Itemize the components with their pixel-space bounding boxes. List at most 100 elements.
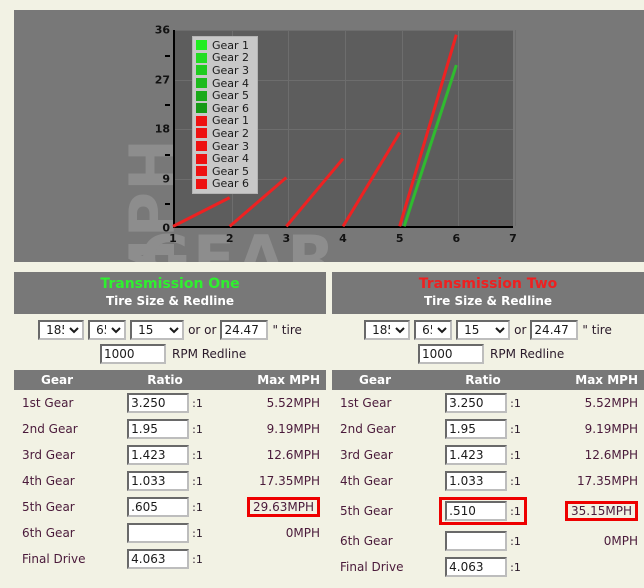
gear-ratio-input[interactable] [445, 557, 508, 578]
gear-ratio-cell: :1 [100, 546, 230, 572]
x-axis-tick-label: 2 [225, 232, 234, 245]
max-mph-cell: 29.63MPH [230, 494, 326, 520]
table-row: 6th Gear :1 0MPH [14, 520, 326, 546]
max-mph-value: 17.35MPH [259, 474, 320, 489]
tire-or-label: or or [188, 323, 217, 338]
rpm-redline-input[interactable] [418, 344, 484, 365]
gear-ratio-input[interactable] [445, 393, 508, 414]
gear-ratio-input[interactable] [445, 419, 508, 440]
gear-ratio-input[interactable] [127, 445, 190, 466]
transmission-header: Transmission One Tire Size & Redline [14, 272, 326, 315]
rpm-redline-label: RPM Redline [172, 347, 247, 362]
tire-rim-select[interactable]: 15 [130, 320, 185, 341]
transmission-header: Transmission Two Tire Size & Redline [332, 272, 644, 315]
gear-ratio-input[interactable] [127, 393, 190, 414]
max-mph-cell: 17.35MPH [548, 468, 644, 494]
gear-ratio-cell: :1 [100, 468, 230, 494]
gear-ratio-input[interactable] [127, 419, 190, 440]
max-mph-cell: 9.19MPH [230, 416, 326, 442]
ratio-suffix-label: :1 [192, 397, 203, 411]
ratio-suffix-label: :1 [510, 505, 521, 519]
rpm-redline-input[interactable] [100, 344, 166, 365]
legend-item-label: Gear 4 [212, 152, 250, 166]
gear-name-cell: 6th Gear [22, 526, 75, 541]
table-row: Final Drive:1 [332, 554, 644, 580]
tire-aspect-select[interactable]: 65 [414, 320, 453, 341]
max-mph-cell: 17.35MPH [230, 468, 326, 494]
legend-item: Gear 2 [196, 52, 249, 65]
legend-item-label: Gear 6 [212, 101, 250, 115]
tire-diameter-input[interactable] [220, 320, 269, 341]
gear-ratio-cell: :1 [100, 520, 230, 546]
x-axis-tick-label: 1 [169, 232, 177, 245]
table-row: 4th Gear :1 17.35MPH [332, 468, 644, 494]
table-row: 2nd Gear:1 9.19MPH [332, 416, 644, 442]
max-mph-cell: 12.6MPH [548, 442, 644, 468]
gear-ratio-table: GearRatioMax MPH 1st Gear:1 5.52MPH 2nd Gea… [14, 370, 326, 572]
legend-color-swatch [196, 65, 207, 76]
ratio-suffix-label: :1 [510, 449, 521, 463]
tire-aspect-select[interactable]: 65 [88, 320, 127, 341]
legend-item: Gear 1 [196, 115, 249, 128]
y-axis-tick-label: 18 [154, 122, 170, 136]
gear-ratio-input[interactable] [127, 549, 190, 570]
gear-name-cell: 4th Gear [340, 474, 393, 489]
table-row: Final Drive:1 [14, 546, 326, 572]
transmission-columns: Transmission One Tire Size & Redline 185/6… [14, 272, 644, 580]
column-header-gear: Gear [14, 370, 100, 391]
legend-color-swatch [196, 115, 207, 126]
max-mph-cell: 0MPH [548, 528, 644, 554]
y-axis-minor-tick [165, 203, 170, 206]
gear-ratio-cell: :1 [418, 494, 548, 528]
gear-ratio-input[interactable] [445, 531, 508, 552]
table-row: 6th Gear:1 0MPH [332, 528, 644, 554]
legend-item-label: Gear 3 [212, 63, 250, 77]
gear-ratio-input[interactable] [127, 523, 190, 544]
gear-name-cell: 5th Gear [22, 500, 75, 515]
column-header-ratio: Ratio [418, 370, 548, 391]
max-mph-cell [230, 546, 326, 572]
gear-ratio-cell: :1 [100, 416, 230, 442]
gear-ratio-cell: :1 [100, 494, 230, 520]
gear-ratio-input[interactable] [445, 471, 508, 492]
column-header-ratio: Ratio [100, 370, 230, 391]
gear-ratio-cell: :1 [418, 416, 548, 442]
gear-ratio-cell: :1 [418, 468, 548, 494]
gear-ratio-input[interactable] [127, 497, 190, 518]
ratio-suffix-label: :1 [510, 423, 521, 437]
gear-ratio-input[interactable] [445, 501, 508, 522]
max-mph-cell: 0MPH [230, 520, 326, 546]
gear-ratio-input[interactable] [445, 445, 508, 466]
table-row: 5th Gear :1 29.63MPH [14, 494, 326, 520]
gear-name-cell: 1st Gear [22, 396, 74, 411]
chart-legend: Gear 1 Gear 2 Gear 3 Gear 4 Gear 5 Gear 6 Gear… [192, 36, 259, 195]
legend-color-swatch [196, 153, 207, 164]
legend-color-swatch [196, 90, 207, 101]
ratio-suffix-label: :1 [510, 561, 521, 575]
legend-item: Gear 3 [196, 64, 249, 77]
gear-ratio-cell: :1 [418, 442, 548, 468]
table-row: 5th Gear:1 35.15MPH [332, 494, 644, 528]
ratio-suffix-label: :1 [192, 501, 203, 515]
chart-panel: MPH GEAR 0 9 18 27 36 1234567 Gear 1 Gear 2 Ge… [14, 10, 644, 262]
y-axis-minor-tick [165, 153, 170, 156]
gear-ratio-cell: :1 [418, 390, 548, 416]
y-axis-tick-label: 36 [154, 23, 170, 37]
tire-size-row: 185/6515or " tire [332, 314, 644, 342]
gear-ratio-input[interactable] [127, 471, 190, 492]
table-row: 3rd Gear:1 12.6MPH [14, 442, 326, 468]
gear-ratio-cell: :1 [418, 554, 548, 580]
x-axis-tick-label: 6 [452, 232, 461, 245]
transmission-subtitle: Tire Size & Redline [105, 293, 235, 308]
ratio-suffix-label: :1 [192, 527, 203, 541]
tire-diameter-input[interactable] [530, 320, 579, 341]
rpm-redline-row: RPM Redline [332, 342, 644, 370]
tire-width-select[interactable]: 185/ [364, 320, 411, 341]
ratio-suffix-label: :1 [192, 553, 203, 567]
gear-name-cell: 1st Gear [340, 396, 392, 411]
x-axis-tick-label: 5 [395, 232, 404, 245]
tire-width-select[interactable]: 185/ [38, 320, 85, 341]
tire-rim-select[interactable]: 15 [456, 320, 511, 341]
chart-line-transmission-two-gear-4 [341, 131, 401, 228]
legend-item: Gear 5 [196, 165, 249, 178]
